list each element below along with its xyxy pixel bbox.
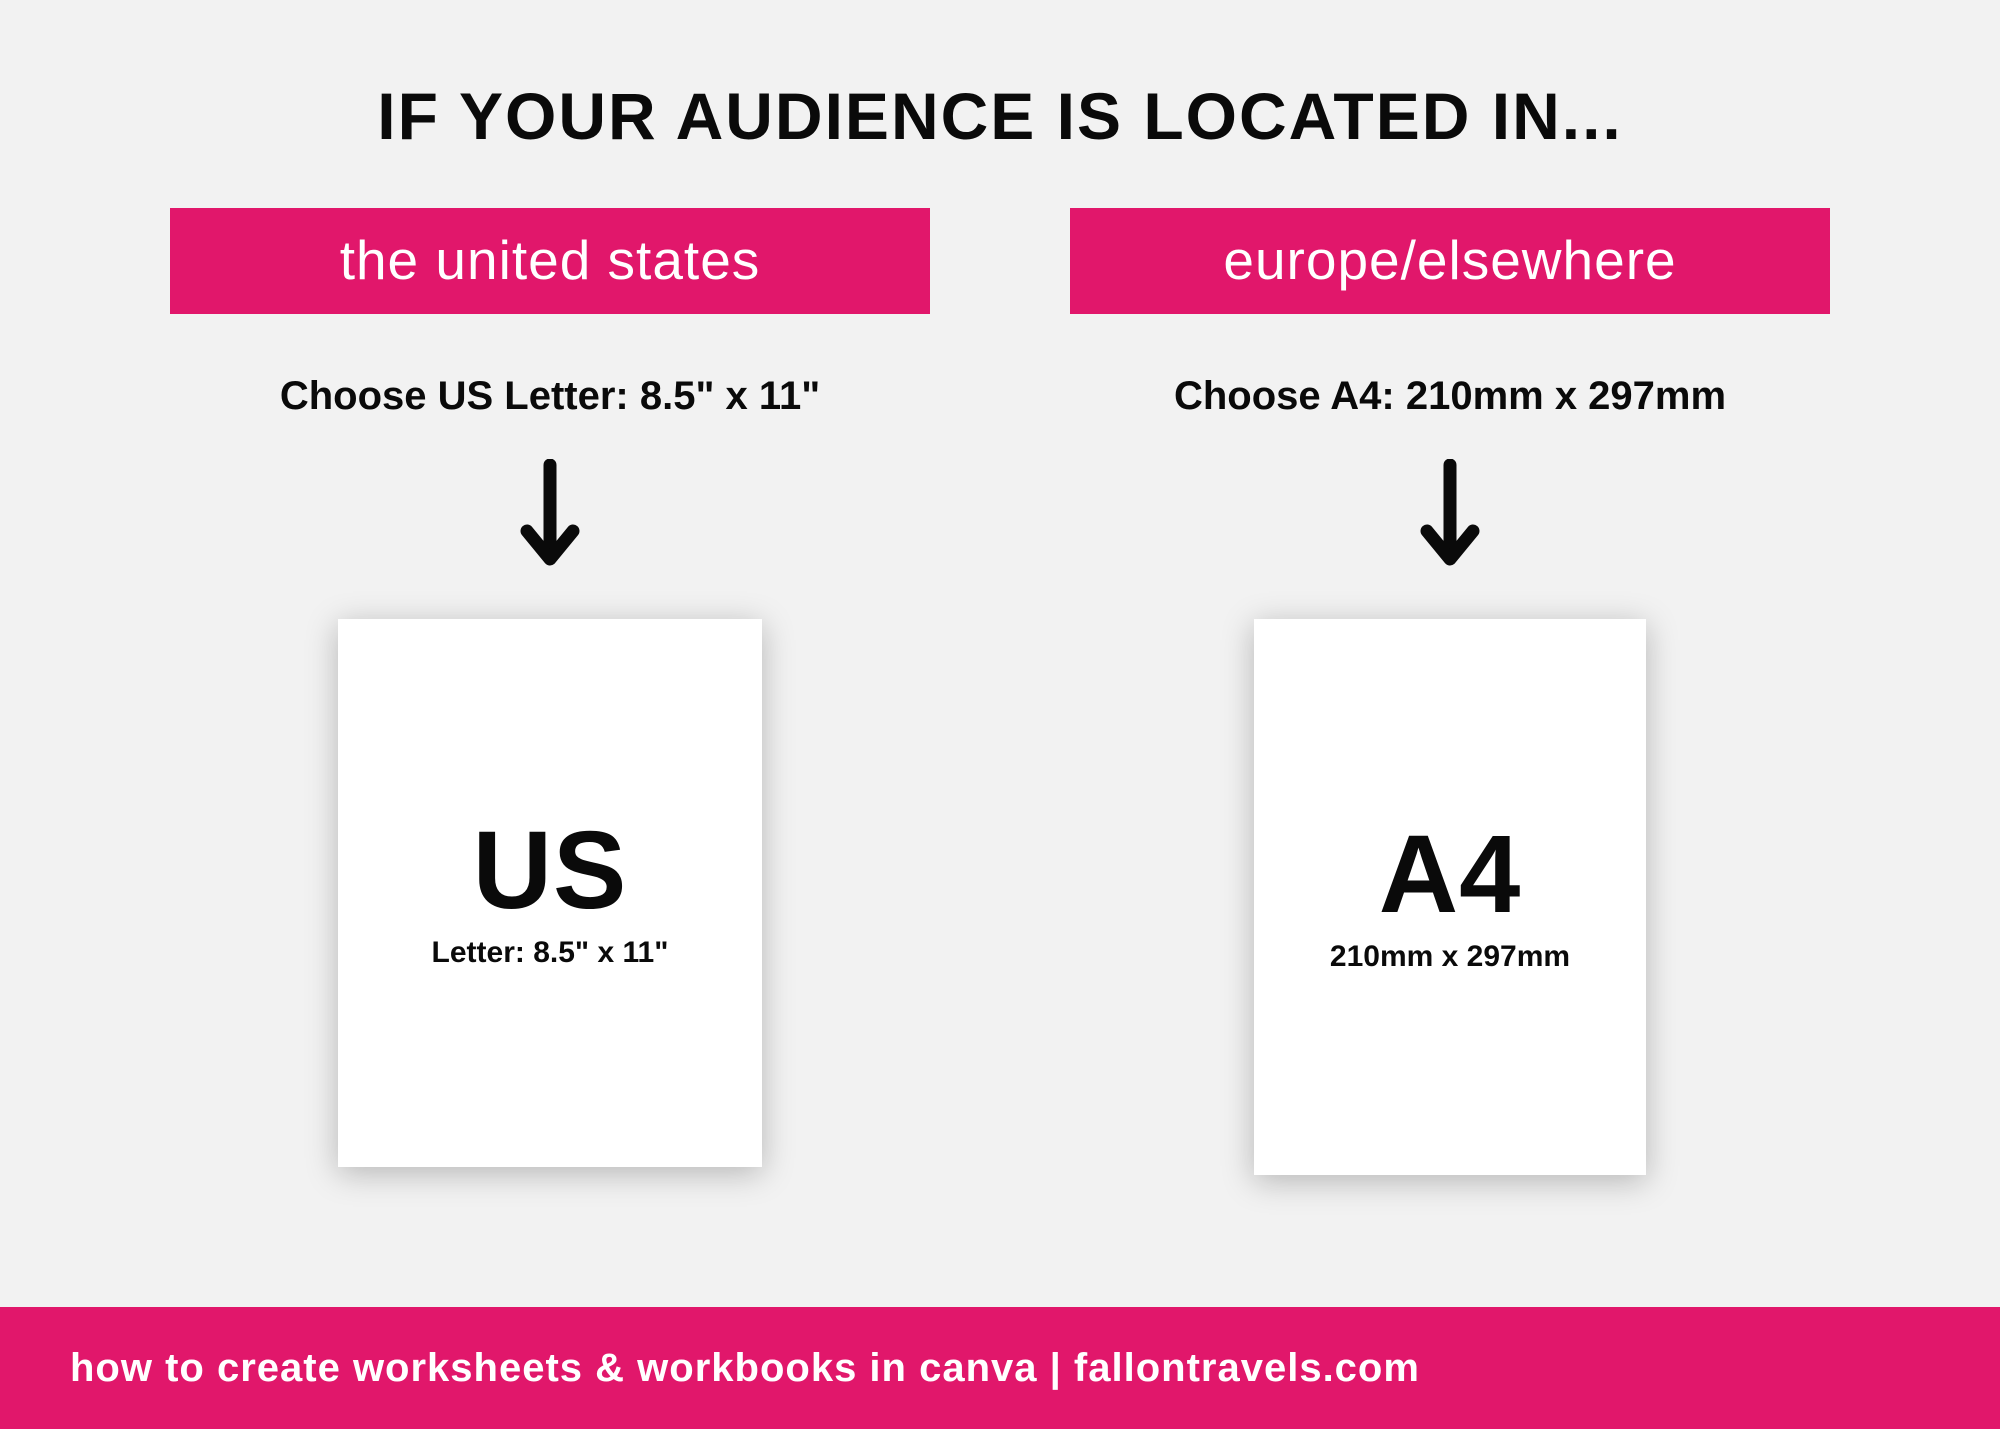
page-preview-us-letter: US Letter: 8.5" x 11"	[338, 619, 762, 1167]
page-preview-a4: A4 210mm x 297mm	[1254, 619, 1646, 1175]
page-dimensions-us: Letter: 8.5" x 11"	[432, 936, 669, 970]
page-dimensions-a4: 210mm x 297mm	[1330, 940, 1570, 974]
columns-container: the united states Choose US Letter: 8.5"…	[0, 208, 2000, 1175]
footer-caption: how to create worksheets & workbooks in …	[70, 1346, 1420, 1391]
instruction-us: Choose US Letter: 8.5" x 11"	[280, 374, 820, 419]
arrow-down-icon	[515, 459, 585, 569]
page-heading: IF YOUR AUDIENCE IS LOCATED IN...	[0, 78, 2000, 154]
region-label-us: the united states	[170, 208, 930, 314]
column-a4: europe/elsewhere Choose A4: 210mm x 297m…	[1050, 208, 1850, 1175]
instruction-a4: Choose A4: 210mm x 297mm	[1174, 374, 1726, 419]
region-label-europe: europe/elsewhere	[1070, 208, 1830, 314]
footer-bar: how to create worksheets & workbooks in …	[0, 1307, 2000, 1429]
arrow-down-icon	[1415, 459, 1485, 569]
page-title-a4: A4	[1379, 820, 1522, 930]
column-us: the united states Choose US Letter: 8.5"…	[150, 208, 950, 1175]
page-title-us: US	[473, 816, 628, 926]
